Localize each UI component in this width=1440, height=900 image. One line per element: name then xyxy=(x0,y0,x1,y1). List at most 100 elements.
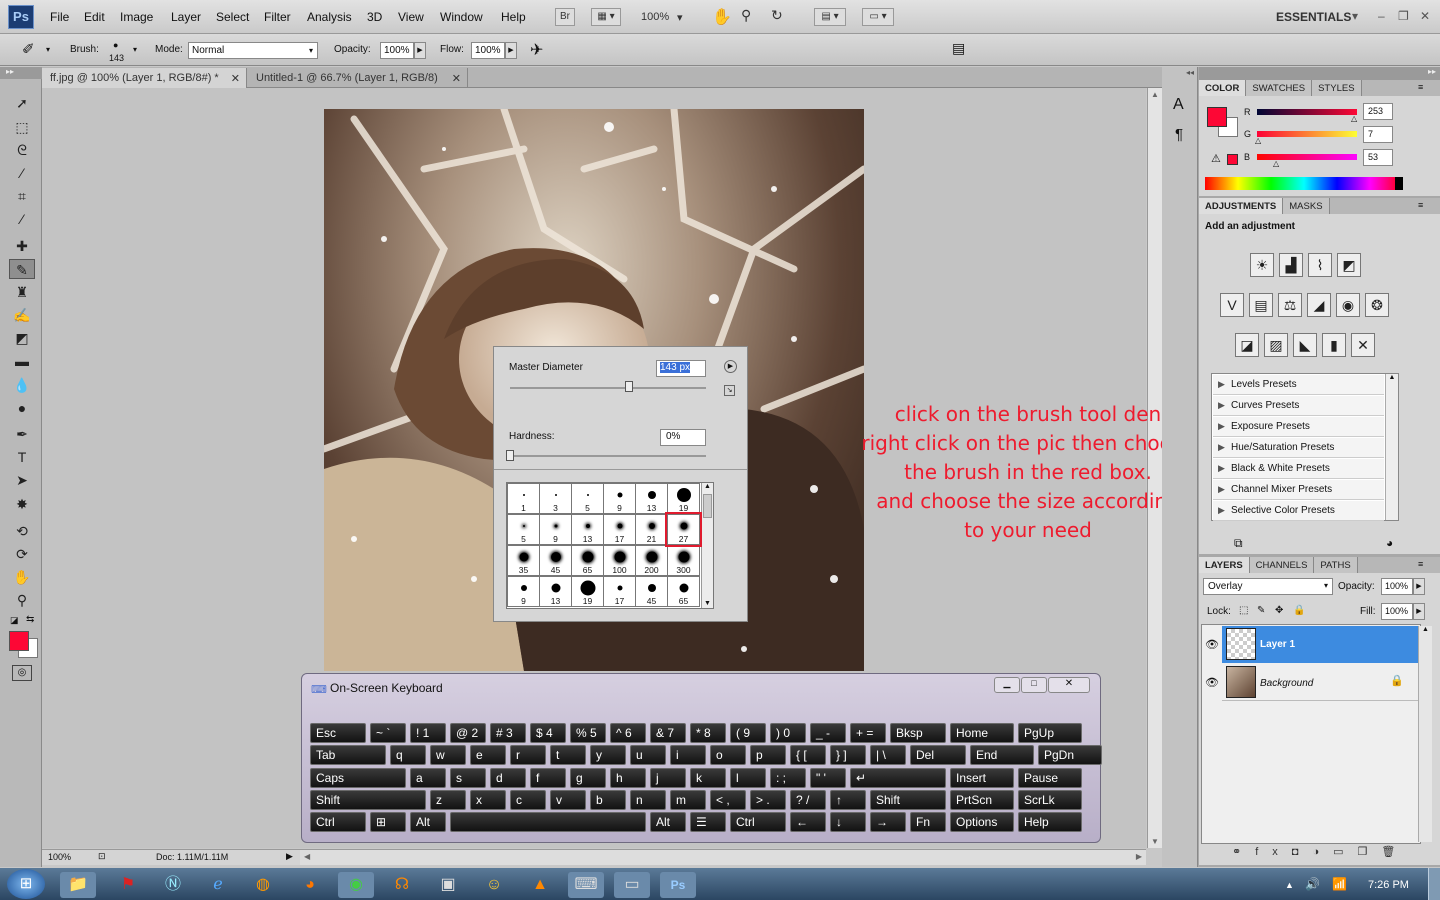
opacity-slider-button[interactable]: ▶ xyxy=(414,42,426,59)
minimize-icon[interactable]: – xyxy=(1378,9,1385,23)
key[interactable]: Insert xyxy=(950,768,1014,788)
tab-paths[interactable]: PATHS xyxy=(1314,557,1358,573)
osk-maximize-icon[interactable]: □ xyxy=(1021,677,1047,693)
network-taskbar-icon[interactable]: Ⓝ xyxy=(155,872,191,898)
key[interactable]: e xyxy=(470,745,506,765)
type-tool-icon[interactable]: T xyxy=(9,447,35,467)
key[interactable]: o xyxy=(710,745,746,765)
key[interactable]: ~ ` xyxy=(370,723,406,743)
key[interactable]: Home xyxy=(950,723,1014,743)
brush-tool-icon[interactable]: ✎ xyxy=(9,259,35,279)
messenger-taskbar-icon[interactable]: ☺ xyxy=(476,872,512,898)
key[interactable]: { [ xyxy=(790,745,826,765)
brush-preset[interactable]: 5 xyxy=(507,514,540,545)
key[interactable]: End xyxy=(970,745,1034,765)
layers-scrollbar[interactable]: ▲ xyxy=(1418,626,1432,842)
rotate-view-icon[interactable]: ↻ xyxy=(771,7,783,24)
key[interactable]: Del xyxy=(910,745,966,765)
key[interactable]: + = xyxy=(850,723,886,743)
show-desktop-button[interactable] xyxy=(1428,868,1440,900)
key[interactable]: y xyxy=(590,745,626,765)
key[interactable]: ↵ xyxy=(850,768,946,788)
key[interactable]: ☰ xyxy=(690,812,726,832)
media-taskbar-icon[interactable]: ☊ xyxy=(384,872,420,898)
pen-tool-icon[interactable]: ✒ xyxy=(9,424,35,444)
channel-mixer-icon[interactable]: ❂ xyxy=(1365,293,1389,317)
brush-preset[interactable]: 45 xyxy=(635,576,668,607)
menu-edit[interactable]: Edit xyxy=(84,10,105,24)
chevron-down-icon[interactable]: ▾ xyxy=(677,11,683,24)
g-value-field[interactable]: 7 xyxy=(1363,126,1393,143)
app-taskbar-icon[interactable]: ◍ xyxy=(245,872,281,898)
character-panel-icon[interactable]: A xyxy=(1173,96,1184,114)
brush-preset[interactable]: 27 xyxy=(665,512,702,547)
horizontal-scrollbar[interactable]: ◀ ▶ xyxy=(300,849,1146,865)
flow-field[interactable]: 100% xyxy=(471,42,505,59)
preset-black-white[interactable]: ▶ Black & White Presets xyxy=(1213,459,1384,479)
layer-row-layer-1[interactable]: Layer 1 xyxy=(1222,626,1418,663)
fill-slider-button[interactable]: ▶ xyxy=(1413,603,1425,620)
move-tool-icon[interactable]: ➚ xyxy=(9,93,35,113)
key[interactable]: k xyxy=(690,768,726,788)
key[interactable]: Alt xyxy=(410,812,446,832)
brush-preset[interactable]: 200 xyxy=(635,545,668,576)
black-white-ramp[interactable] xyxy=(1395,177,1403,190)
custom-shape-tool-icon[interactable]: ✸ xyxy=(9,494,35,514)
key[interactable]: PgUp xyxy=(1018,723,1082,743)
layer-name[interactable]: Layer 1 xyxy=(1260,639,1295,650)
menu-window[interactable]: Window xyxy=(440,10,483,24)
preset-hue-saturation[interactable]: ▶ Hue/Saturation Presets xyxy=(1213,438,1384,458)
close-icon[interactable]: ✕ xyxy=(1420,9,1430,23)
key[interactable]: → xyxy=(870,812,906,832)
black-white-icon[interactable]: ◢ xyxy=(1307,293,1331,317)
tab-channels[interactable]: CHANNELS xyxy=(1249,557,1315,573)
brush-preset[interactable]: 3 xyxy=(539,483,572,514)
eraser-tool-icon[interactable]: ◩ xyxy=(9,328,35,348)
osk-minimize-icon[interactable]: ▁ xyxy=(994,677,1020,693)
color-foreground-swatch[interactable] xyxy=(1207,107,1227,127)
chevron-down-icon[interactable]: ▾ xyxy=(133,45,137,54)
r-value-field[interactable]: 253 xyxy=(1363,103,1393,120)
key[interactable]: d xyxy=(490,768,526,788)
menu-view[interactable]: View xyxy=(398,10,424,24)
key[interactable]: _ - xyxy=(810,723,846,743)
picker-menu-icon[interactable]: ▶ xyxy=(724,360,737,373)
key[interactable]: s xyxy=(450,768,486,788)
key[interactable]: h xyxy=(610,768,646,788)
delete-layer-icon[interactable]: 🗑 xyxy=(1381,846,1409,858)
key[interactable]: $ 4 xyxy=(530,723,566,743)
b-slider[interactable] xyxy=(1257,154,1357,160)
workspace-menu-icon[interactable]: ▾ xyxy=(1352,9,1358,23)
brush-preset[interactable]: 9 xyxy=(603,483,636,514)
lock-position-icon[interactable]: ✥ xyxy=(1275,605,1283,616)
key[interactable]: w xyxy=(430,745,466,765)
save-preset-icon[interactable]: ↘ xyxy=(724,385,735,396)
start-button[interactable]: ⊞ xyxy=(7,869,45,899)
key[interactable]: ? / xyxy=(790,790,826,810)
brush-preset[interactable]: 19 xyxy=(667,483,700,514)
bridge-button[interactable]: Br xyxy=(555,8,575,26)
key[interactable]: a xyxy=(410,768,446,788)
key[interactable]: ⊞ xyxy=(370,812,406,832)
brush-preset[interactable]: 45 xyxy=(539,545,572,576)
tab-color[interactable]: COLOR xyxy=(1199,80,1247,96)
key[interactable]: Alt xyxy=(650,812,686,832)
crop-tool-icon[interactable]: ⌗ xyxy=(9,186,35,206)
ie-taskbar-icon[interactable]: ℯ xyxy=(200,872,236,898)
out-of-gamut-warning-icon[interactable]: ⚠ xyxy=(1211,152,1221,165)
brush-preset[interactable]: 1 xyxy=(507,483,540,514)
collapse-tools-icon[interactable]: ▸▸ xyxy=(0,67,42,79)
r-slider-thumb[interactable]: △ xyxy=(1351,114,1357,123)
default-colors-icon[interactable]: ◪ xyxy=(10,615,19,626)
brightness-contrast-icon[interactable]: ☀ xyxy=(1250,253,1274,277)
key[interactable]: * 8 xyxy=(690,723,726,743)
menu-help[interactable]: Help xyxy=(501,10,526,24)
key[interactable]: < , xyxy=(710,790,746,810)
expand-dock-icon[interactable]: ▸▸ xyxy=(1428,67,1436,76)
lock-transparency-icon[interactable]: ⬚ xyxy=(1239,605,1248,616)
panel-menu-icon[interactable]: ≡ xyxy=(1418,200,1423,210)
key[interactable]: Bksp xyxy=(890,723,946,743)
preset-grid-scrollbar[interactable]: ▲ ▼ xyxy=(701,483,713,608)
eye-icon[interactable]: 👁 xyxy=(1205,638,1219,651)
key[interactable]: PrtScn xyxy=(950,790,1014,810)
